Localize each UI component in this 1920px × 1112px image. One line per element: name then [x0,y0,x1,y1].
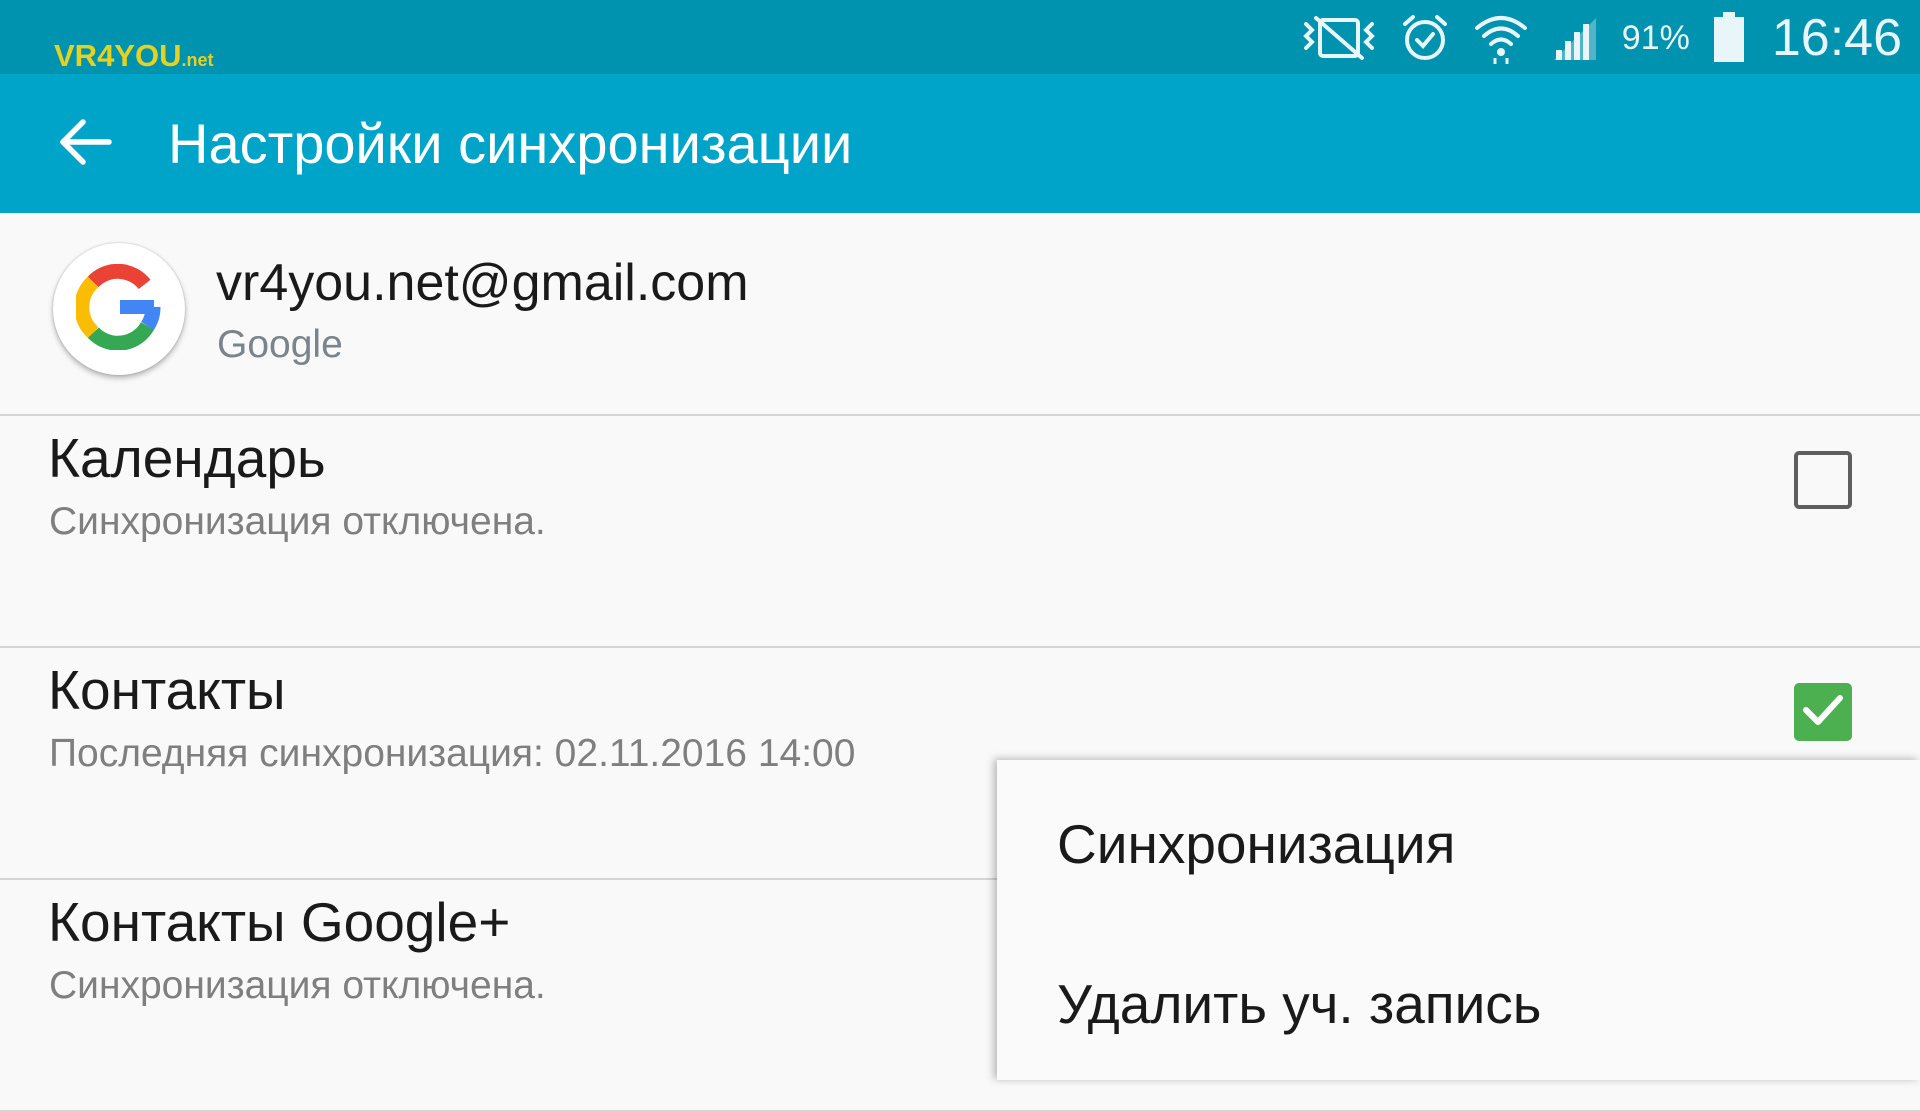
battery-icon [1713,12,1744,64]
account-type: Google [217,323,343,366]
checkbox-calendar[interactable] [1794,451,1852,509]
menu-item-sync[interactable]: Синхронизация [1057,812,1455,876]
sync-item-subtitle: Синхронизация отключена. [49,500,546,543]
app-bar: Настройки синхронизации [0,74,1920,213]
vibrate-mute-icon [1302,12,1376,64]
status-icons: 91% 16:46 [1302,8,1902,68]
google-logo-icon [74,263,162,355]
signal-icon [1552,12,1598,64]
checkbox-contacts[interactable] [1794,683,1852,741]
status-bar: VR4YOU.net 91% 16:46 [0,0,1920,74]
clock: 16:46 [1771,9,1902,67]
sync-item-subtitle: Синхронизация отключена. [49,964,546,1007]
account-email: vr4you.net@gmail.com [216,254,749,312]
wifi-icon [1474,12,1528,64]
overflow-menu: Синхронизация Удалить уч. запись [997,760,1920,1080]
sync-item-calendar[interactable]: Календарь Синхронизация отключена. [0,416,1920,648]
account-avatar [53,243,185,375]
sync-item-title: Календарь [48,427,326,489]
watermark-logo: VR4YOU.net [54,38,214,73]
account-header: vr4you.net@gmail.com Google [0,213,1920,416]
arrow-back-icon [57,117,113,172]
back-button[interactable] [50,114,120,174]
menu-item-remove-account[interactable]: Удалить уч. запись [1057,972,1541,1036]
page-title: Настройки синхронизации [168,112,853,175]
sync-item-title: Контакты Google+ [48,891,511,953]
sync-item-subtitle: Последняя синхронизация: 02.11.2016 14:0… [49,732,856,775]
alarm-icon [1400,12,1450,64]
checkmark-icon [1801,692,1845,733]
battery-percent: 91% [1621,18,1690,57]
sync-item-title: Контакты [48,659,286,721]
